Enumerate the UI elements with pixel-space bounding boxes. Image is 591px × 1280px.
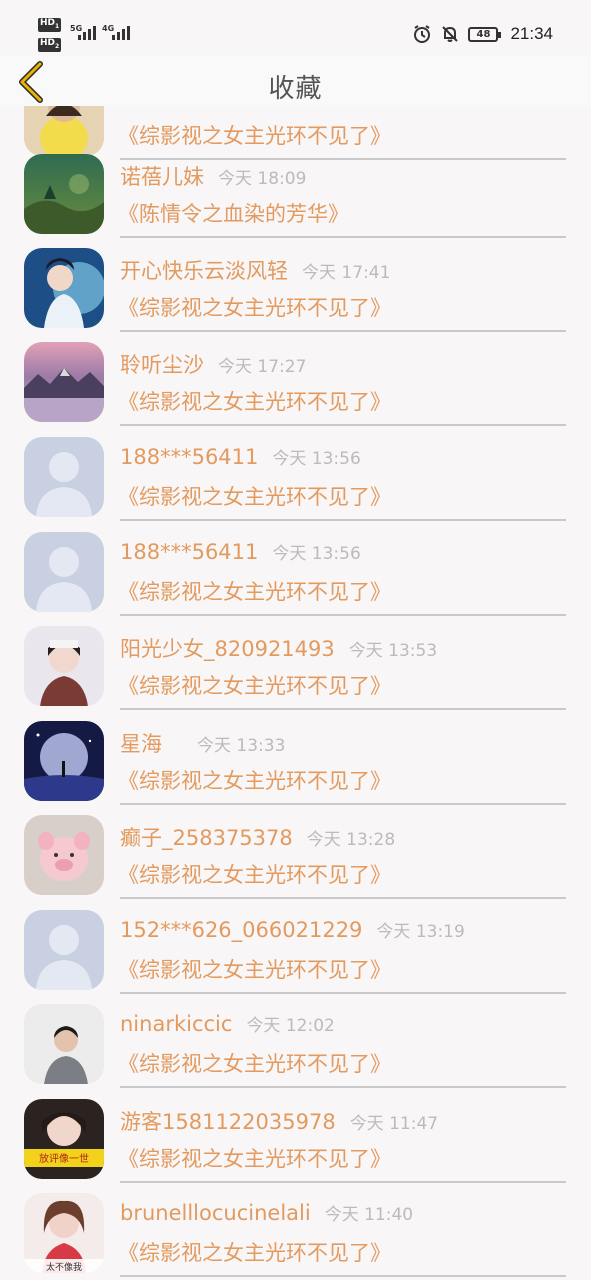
divider: [120, 992, 566, 994]
book-title[interactable]: 《综影视之女主光环不见了》: [118, 670, 391, 700]
avatar-caption: 太不像我: [46, 1261, 82, 1273]
list-item[interactable]: 诺蓓儿妹 今天 18:09 《陈情令之血染的芳华》: [0, 154, 591, 248]
avatar[interactable]: [24, 248, 104, 328]
user-name[interactable]: brunelllocucinelali 今天 11:40: [120, 1200, 413, 1225]
user-name[interactable]: 星海 今天 13:33: [120, 728, 285, 758]
list-item[interactable]: 癫子_258375378 今天 13:28 《综影视之女主光环不见了》: [0, 815, 591, 909]
divider: [120, 1086, 566, 1088]
timestamp: 今天 12:02: [246, 1016, 335, 1036]
user-name[interactable]: 阳光少女_820921493 今天 13:53: [120, 633, 437, 663]
user-name[interactable]: 癫子_258375378 今天 13:28: [120, 822, 395, 852]
user-name[interactable]: 开心快乐云淡风轻 今天 17:41: [120, 255, 390, 285]
user-name[interactable]: 188***56411 今天 13:56: [120, 444, 361, 469]
hd-badge: HD1: [38, 18, 62, 32]
signal-bars-icon: [78, 24, 96, 40]
avatar[interactable]: [24, 721, 104, 801]
avatar[interactable]: [24, 626, 104, 706]
book-title[interactable]: 《综影视之女主光环不见了》: [118, 1048, 391, 1078]
book-title[interactable]: 《综影视之女主光环不见了》: [118, 1143, 391, 1173]
timestamp: 今天 11:40: [324, 1205, 414, 1225]
status-right: 48 21:34: [412, 20, 553, 48]
book-title[interactable]: 《综影视之女主光环不见了》: [118, 292, 391, 322]
divider: [120, 519, 566, 521]
user-name[interactable]: 188***56411 今天 13:56: [120, 539, 361, 564]
book-title[interactable]: 《综影视之女主光环不见了》: [118, 576, 391, 606]
timestamp: 今天 18:09: [218, 169, 307, 189]
divider: [120, 708, 566, 710]
status-time: 21:34: [510, 24, 553, 43]
default-avatar-icon[interactable]: [24, 437, 104, 517]
avatar[interactable]: [24, 815, 104, 895]
list-item[interactable]: 188***56411 今天 13:56 《综影视之女主光环不见了》: [0, 437, 591, 531]
default-avatar-icon[interactable]: [24, 910, 104, 990]
signal-bars-icon: [112, 24, 130, 40]
timestamp: 今天 11:47: [349, 1114, 439, 1134]
list-item[interactable]: 放评像一世 游客1581122035978 今天 11:47 《综影视之女主光环不…: [0, 1099, 591, 1193]
divider: [120, 1275, 566, 1277]
book-title[interactable]: 《综影视之女主光环不见了》: [118, 859, 391, 889]
hd-badge: HD2: [38, 38, 62, 52]
list-item[interactable]: 聆听尘沙 今天 17:27 《综影视之女主光环不见了》: [0, 342, 591, 436]
divider: [120, 330, 566, 332]
page-title: 收藏: [268, 74, 323, 104]
list-item[interactable]: 188***56411 今天 13:56 《综影视之女主光环不见了》: [0, 532, 591, 626]
user-name[interactable]: 聆听尘沙 今天 17:27: [120, 349, 306, 379]
user-name[interactable]: 152***626_066021229 今天 13:19: [120, 917, 465, 942]
book-title[interactable]: 《综影视之女主光环不见了》: [118, 1237, 391, 1267]
user-name[interactable]: ninarkiccic 今天 12:02: [120, 1011, 335, 1036]
divider: [120, 897, 566, 899]
divider: [120, 803, 566, 805]
favorites-list: 《综影视之女主光环不见了》 诺蓓儿妹 今天 18:09 《陈情令之血染的芳华》 开…: [0, 0, 591, 1280]
avatar[interactable]: 放评像一世: [24, 1099, 104, 1179]
signal-indicators: HD1 HD2 5G 4G: [38, 16, 138, 52]
list-item[interactable]: 太不像我 brunelllocucinelali 今天 11:40 《综影视之女主…: [0, 1193, 591, 1280]
book-title[interactable]: 《综影视之女主光环不见了》: [118, 954, 391, 984]
book-title[interactable]: 《综影视之女主光环不见了》: [118, 765, 391, 795]
status-bar: HD1 HD2 5G 4G 48 21:34: [0, 0, 591, 56]
timestamp: 今天 13:56: [272, 449, 361, 469]
avatar[interactable]: [24, 1004, 104, 1084]
divider: [120, 1181, 566, 1183]
list-item[interactable]: ninarkiccic 今天 12:02 《综影视之女主光环不见了》: [0, 1004, 591, 1098]
top-bar: 收藏: [0, 56, 591, 106]
avatar-caption: 放评像一世: [39, 1152, 89, 1165]
list-item[interactable]: 星海 今天 13:33 《综影视之女主光环不见了》: [0, 721, 591, 815]
default-avatar-icon[interactable]: [24, 532, 104, 612]
user-name[interactable]: 诺蓓儿妹 今天 18:09: [120, 161, 306, 191]
book-title[interactable]: 《综影视之女主光环不见了》: [118, 386, 391, 416]
timestamp: 今天 13:19: [376, 922, 465, 942]
timestamp: 今天 13:56: [272, 544, 361, 564]
alarm-icon: [414, 25, 431, 43]
timestamp: 今天 13:53: [348, 641, 438, 661]
timestamp: 今天 13:28: [306, 830, 396, 850]
book-title[interactable]: 《综影视之女主光环不见了》: [118, 120, 391, 150]
timestamp: 今天 13:33: [197, 736, 286, 756]
avatar[interactable]: 太不像我: [24, 1193, 104, 1273]
book-title[interactable]: 《综影视之女主光环不见了》: [118, 481, 391, 511]
timestamp: 今天 17:41: [302, 263, 391, 283]
mute-bell-icon: [442, 26, 459, 42]
list-item[interactable]: 开心快乐云淡风轻 今天 17:41 《综影视之女主光环不见了》: [0, 248, 591, 342]
avatar[interactable]: [24, 154, 104, 234]
battery-icon: 48: [468, 26, 502, 42]
book-title[interactable]: 《陈情令之血染的芳华》: [118, 198, 349, 228]
user-name[interactable]: 游客1581122035978 今天 11:47: [120, 1106, 438, 1136]
timestamp: 今天 17:27: [218, 357, 307, 377]
list-item[interactable]: 152***626_066021229 今天 13:19 《综影视之女主光环不见了…: [0, 910, 591, 1004]
list-item[interactable]: 阳光少女_820921493 今天 13:53 《综影视之女主光环不见了》: [0, 626, 591, 720]
divider: [120, 614, 566, 616]
divider: [120, 236, 566, 238]
avatar[interactable]: [24, 342, 104, 422]
divider: [120, 424, 566, 426]
